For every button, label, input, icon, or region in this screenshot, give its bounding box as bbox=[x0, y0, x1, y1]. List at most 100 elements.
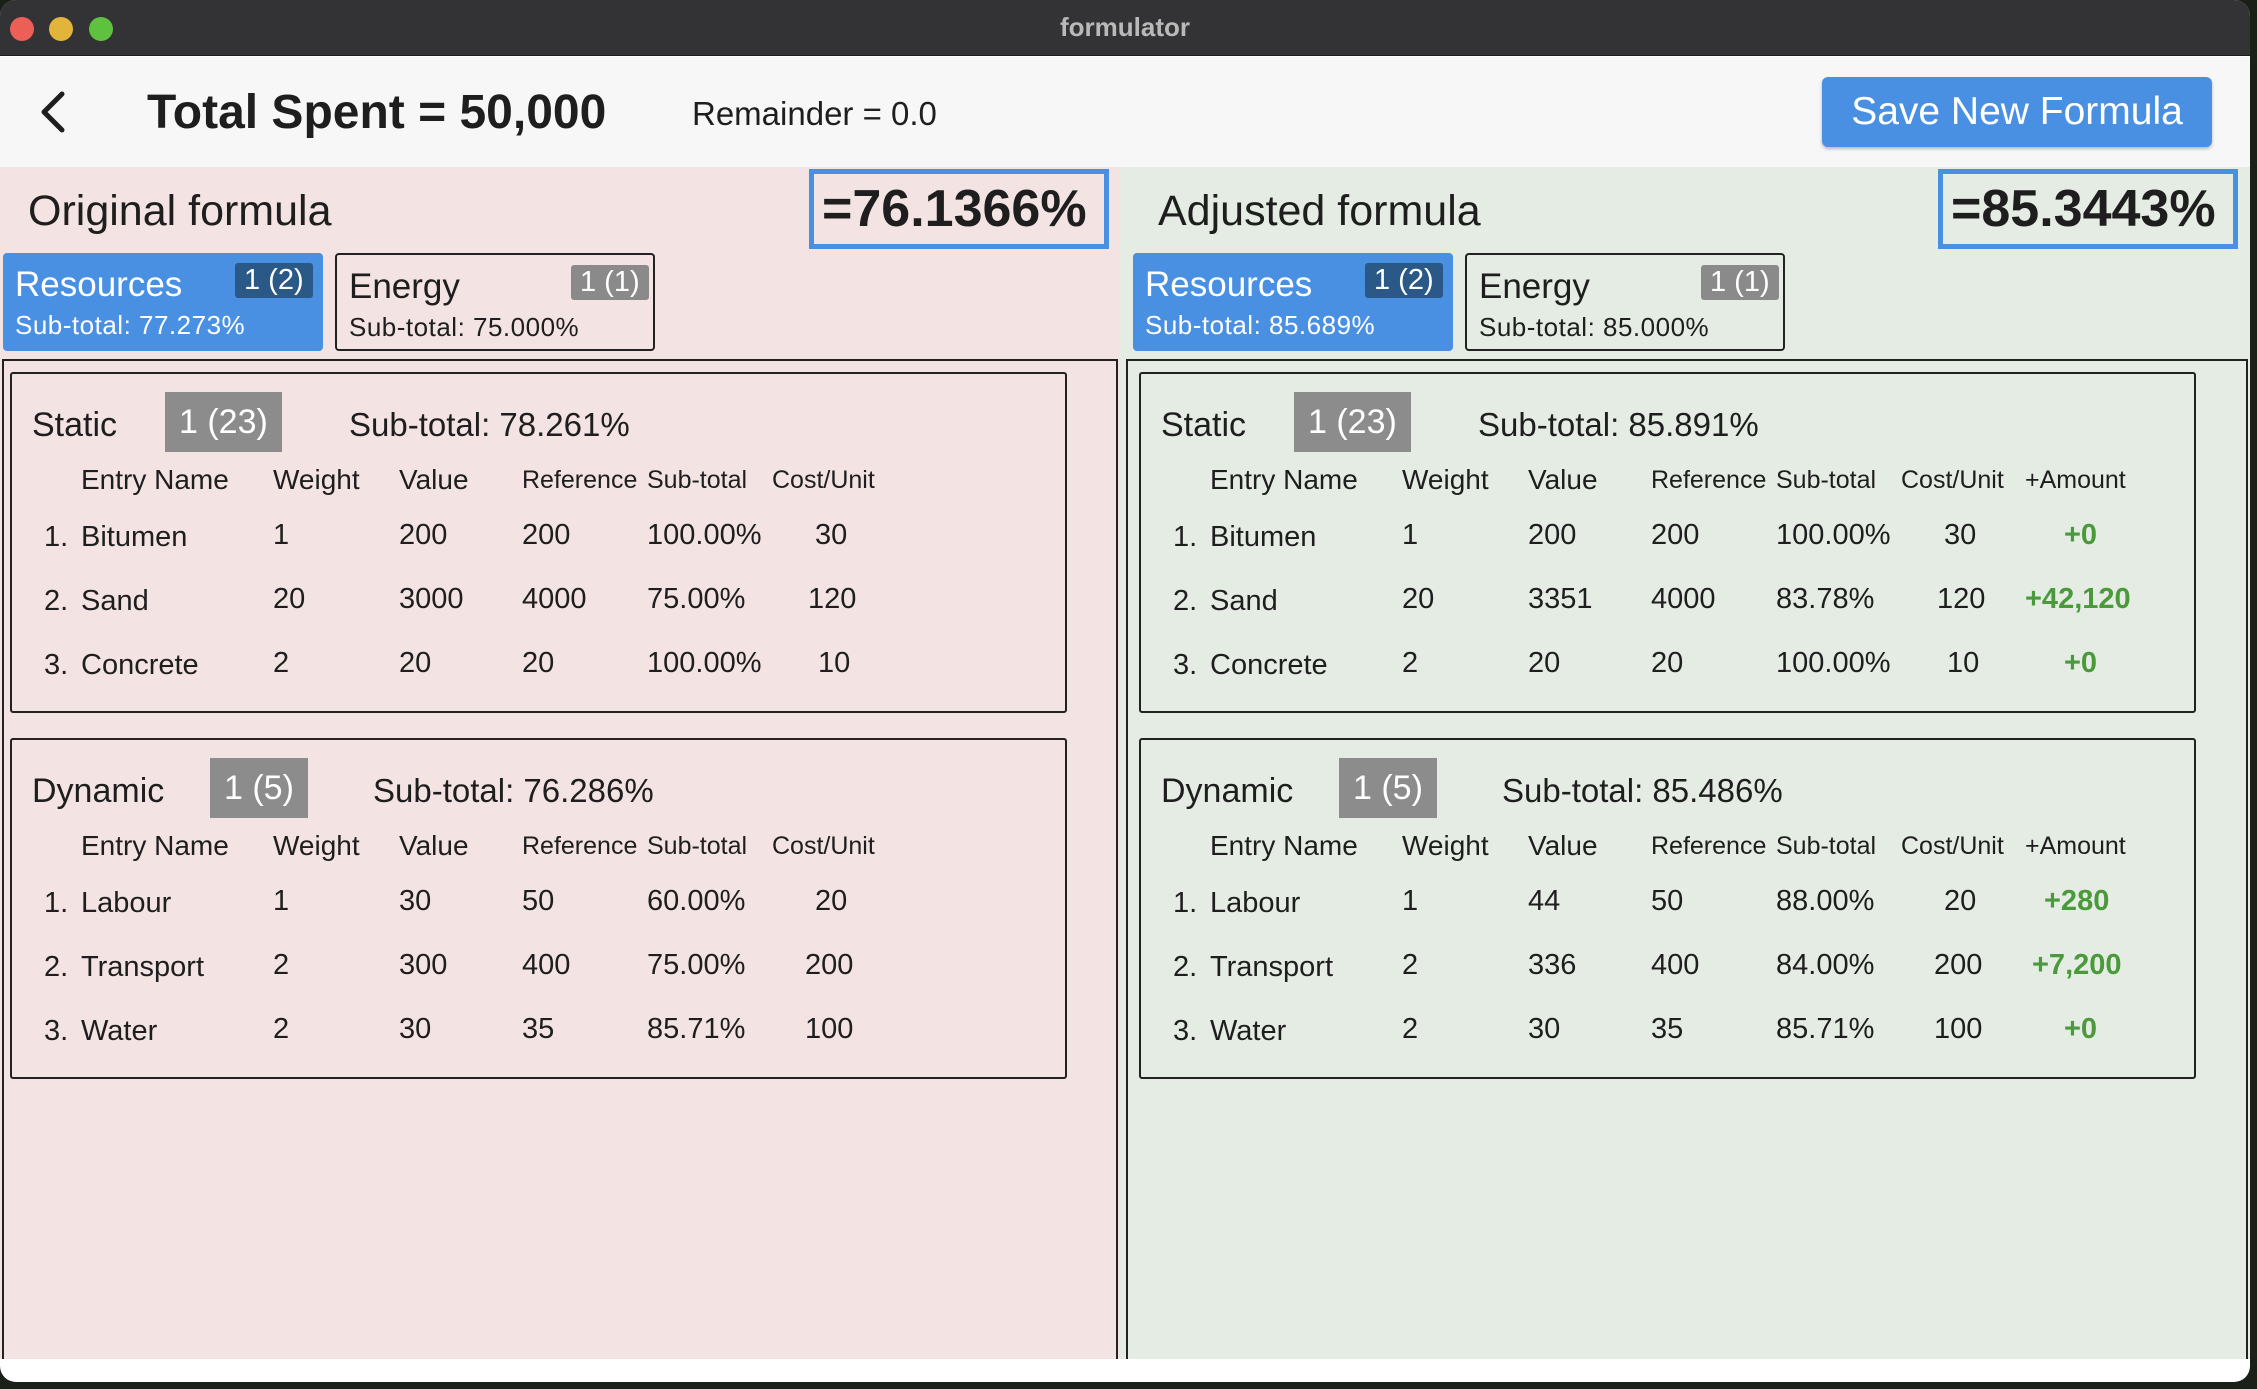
section-count-badge[interactable]: 1 (23) bbox=[165, 392, 282, 452]
remainder: Remainder = 0.0 bbox=[692, 95, 937, 132]
entry-reference: 4000 bbox=[522, 583, 587, 615]
entry-cost-unit: 100 bbox=[1934, 1013, 1983, 1045]
tab-label: Energy bbox=[1479, 267, 1590, 306]
entry-cost-unit: 30 bbox=[1944, 519, 1977, 551]
entry-weight: 1 bbox=[273, 885, 290, 917]
entry-weight: 1 bbox=[1402, 519, 1419, 551]
column-header-subtotal: Sub-total bbox=[647, 832, 748, 860]
entry-cost-unit: 30 bbox=[815, 519, 848, 551]
row-number: 1. bbox=[44, 887, 69, 919]
entry-cost-unit: 10 bbox=[1947, 647, 1980, 679]
entry-subtotal: 75.00% bbox=[647, 949, 746, 981]
row-number: 1. bbox=[1173, 887, 1198, 919]
column-header-entry-name: Entry Name bbox=[81, 830, 229, 861]
entry-value: 30 bbox=[1528, 1013, 1561, 1045]
entry-cost-unit: 120 bbox=[1937, 583, 1986, 615]
column-header-value: Value bbox=[1528, 830, 1598, 861]
column-header-entry-name: Entry Name bbox=[81, 464, 229, 495]
original-formula-title: Original formula bbox=[28, 187, 332, 235]
column-header-subtotal: Sub-total bbox=[1776, 466, 1877, 494]
section-count-badge[interactable]: 1 (23) bbox=[1294, 392, 1411, 452]
column-header-cost-unit: Cost/Unit bbox=[772, 832, 875, 860]
entry-amount: +0 bbox=[2064, 1013, 2098, 1045]
tab-count-badge: 1 (1) bbox=[1701, 265, 1779, 300]
entry-weight: 2 bbox=[1402, 949, 1419, 981]
entry-subtotal: 75.00% bbox=[647, 583, 746, 615]
column-header-amount: +Amount bbox=[2025, 466, 2126, 494]
tab-resources[interactable]: Resources 1 (2) Sub-total: 85.689% bbox=[1133, 253, 1453, 351]
entry-reference: 4000 bbox=[1651, 583, 1716, 615]
column-header-reference: Reference bbox=[1651, 832, 1767, 860]
entry-name: Concrete bbox=[1210, 649, 1328, 681]
tab-energy[interactable]: Energy 1 (1) Sub-total: 85.000% bbox=[1465, 253, 1785, 351]
dynamic-section: Dynamic 1 (5) Sub-total: 76.286% Entry N… bbox=[10, 738, 1067, 1079]
entry-subtotal: 88.00% bbox=[1776, 885, 1875, 917]
row-number: 1. bbox=[44, 521, 69, 553]
column-header-cost-unit: Cost/Unit bbox=[1901, 466, 2004, 494]
entry-reference: 400 bbox=[522, 949, 571, 981]
tab-energy[interactable]: Energy 1 (1) Sub-total: 75.000% bbox=[335, 253, 655, 351]
section-subtotal: Sub-total: 78.261% bbox=[349, 406, 630, 443]
entry-weight: 2 bbox=[1402, 1013, 1419, 1045]
column-header-subtotal: Sub-total bbox=[647, 466, 748, 494]
entry-value: 30 bbox=[399, 885, 432, 917]
row-number: 3. bbox=[1173, 1015, 1198, 1047]
entry-value: 336 bbox=[1528, 949, 1577, 981]
adjusted-formula-value: =85.3443% bbox=[1938, 169, 2238, 249]
entry-reference: 20 bbox=[522, 647, 555, 679]
column-header-reference: Reference bbox=[522, 832, 638, 860]
column-header-weight: Weight bbox=[273, 464, 360, 495]
tab-count-badge: 1 (1) bbox=[571, 265, 649, 300]
static-section: Static 1 (23) Sub-total: 85.891% Entry N… bbox=[1139, 372, 2196, 713]
entry-weight: 2 bbox=[273, 949, 290, 981]
section-title: Static bbox=[32, 406, 118, 444]
entry-weight: 2 bbox=[1402, 647, 1419, 679]
section-title: Dynamic bbox=[1161, 772, 1294, 810]
column-header-weight: Weight bbox=[1402, 464, 1489, 495]
entry-name: Labour bbox=[1210, 887, 1301, 919]
section-subtotal: Sub-total: 85.891% bbox=[1478, 406, 1759, 443]
entry-amount: +7,200 bbox=[2032, 949, 2122, 981]
back-button[interactable] bbox=[30, 87, 76, 137]
entry-name: Labour bbox=[81, 887, 172, 919]
entry-name: Bitumen bbox=[1210, 521, 1317, 553]
section-count-badge[interactable]: 1 (5) bbox=[1339, 758, 1437, 818]
entry-value: 44 bbox=[1528, 885, 1561, 917]
entry-reference: 20 bbox=[1651, 647, 1684, 679]
entry-cost-unit: 200 bbox=[1934, 949, 1983, 981]
entry-weight: 1 bbox=[1402, 885, 1419, 917]
section-title: Dynamic bbox=[32, 772, 165, 810]
entry-cost-unit: 200 bbox=[805, 949, 854, 981]
section-count-badge[interactable]: 1 (5) bbox=[210, 758, 308, 818]
chevron-left-icon bbox=[41, 91, 65, 133]
dynamic-section: Dynamic 1 (5) Sub-total: 85.486% Entry N… bbox=[1139, 738, 2196, 1079]
tab-resources[interactable]: Resources 1 (2) Sub-total: 77.273% bbox=[3, 253, 323, 351]
entry-amount: +280 bbox=[2044, 885, 2110, 917]
entry-cost-unit: 120 bbox=[808, 583, 857, 615]
entry-subtotal: 100.00% bbox=[1776, 647, 1891, 679]
entry-subtotal: 85.71% bbox=[1776, 1013, 1875, 1045]
adjusted-formula-title: Adjusted formula bbox=[1158, 187, 1481, 235]
entry-name: Concrete bbox=[81, 649, 199, 681]
section-title: Static bbox=[1161, 406, 1247, 444]
entry-name: Water bbox=[1210, 1015, 1287, 1047]
row-number: 3. bbox=[1173, 649, 1198, 681]
tab-label: Energy bbox=[349, 267, 460, 306]
entry-name: Bitumen bbox=[81, 521, 188, 553]
section-subtotal: Sub-total: 85.486% bbox=[1502, 772, 1783, 809]
tab-label: Resources bbox=[1145, 265, 1313, 304]
entry-cost-unit: 10 bbox=[818, 647, 851, 679]
entry-reference: 35 bbox=[522, 1013, 555, 1045]
column-header-weight: Weight bbox=[1402, 830, 1489, 861]
entry-subtotal: 100.00% bbox=[647, 519, 762, 551]
entry-amount: +42,120 bbox=[2025, 583, 2131, 615]
original-formula-value: =76.1366% bbox=[809, 169, 1109, 249]
entry-cost-unit: 100 bbox=[805, 1013, 854, 1045]
entry-cost-unit: 20 bbox=[815, 885, 848, 917]
save-new-formula-button[interactable]: Save New Formula bbox=[1822, 77, 2212, 147]
row-number: 3. bbox=[44, 649, 69, 681]
entry-subtotal: 100.00% bbox=[1776, 519, 1891, 551]
entry-subtotal: 100.00% bbox=[647, 647, 762, 679]
column-header-cost-unit: Cost/Unit bbox=[1901, 832, 2004, 860]
tab-subtotal: Sub-total: 85.000% bbox=[1479, 312, 1710, 342]
